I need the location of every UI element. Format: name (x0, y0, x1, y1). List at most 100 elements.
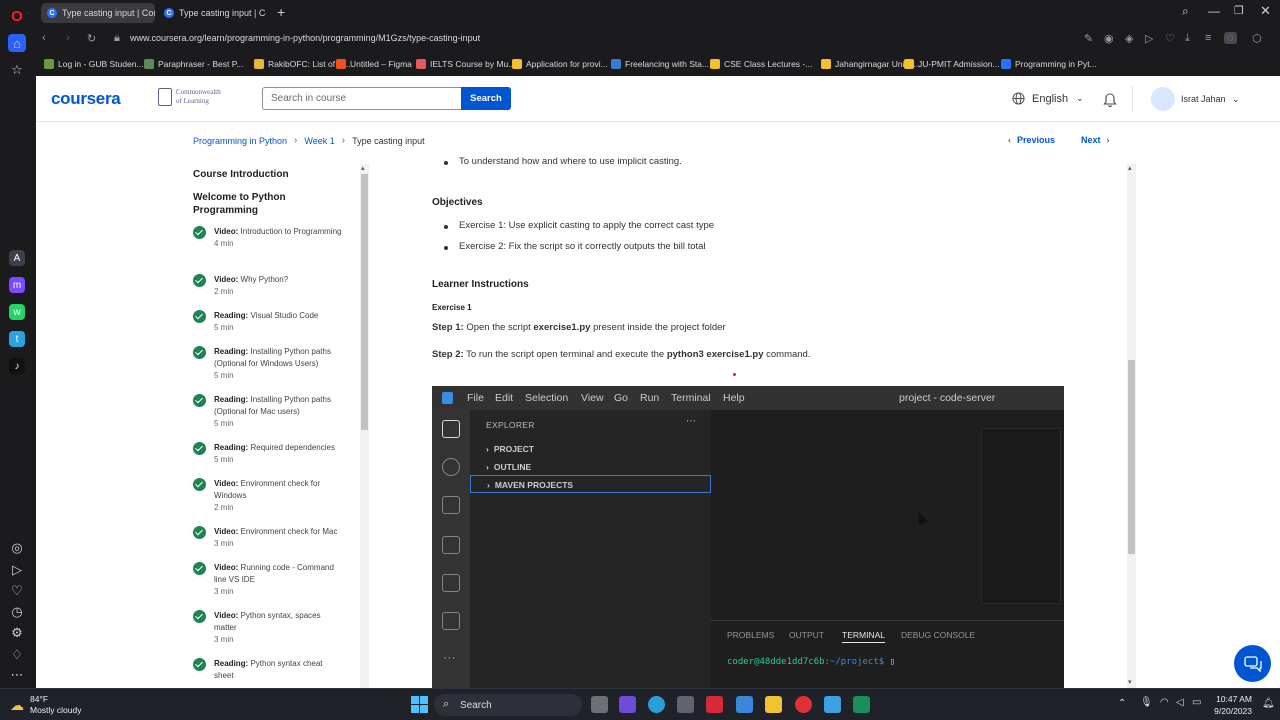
edge-icon[interactable] (648, 696, 665, 713)
search-button[interactable]: Search (461, 87, 511, 110)
scroll-down-icon[interactable]: ▾ (1128, 678, 1132, 686)
mic-icon[interactable]: 🎙︎ (1140, 697, 1153, 708)
extensions-icon[interactable] (442, 574, 460, 592)
bookmark-item[interactable]: Programming in Pyt... (1001, 59, 1097, 69)
heart-icon[interactable]: ♡ (8, 582, 26, 600)
sidebar-scrollbar[interactable] (360, 164, 369, 688)
forward-icon[interactable]: › (66, 32, 70, 44)
aria-icon[interactable]: A (9, 250, 25, 266)
reload-icon[interactable]: ↻ (87, 32, 96, 45)
sublime-icon[interactable] (853, 696, 870, 713)
opera-icon[interactable] (795, 696, 812, 713)
bookmark-item[interactable]: Freelancing with Sta... (611, 59, 709, 69)
clock[interactable]: 10:47 AM 9/20/2023 (1210, 693, 1252, 717)
explorer-icon[interactable] (442, 420, 460, 438)
search-tabs-icon[interactable]: ⌕ (1182, 4, 1189, 19)
volume-icon[interactable]: ◁ (1176, 697, 1184, 708)
breadcrumb-week[interactable]: Week 1 (304, 136, 334, 146)
history-icon[interactable]: ◷ (8, 603, 26, 621)
profile-icon[interactable]: ◌ (1224, 32, 1237, 44)
camera-icon[interactable]: ◉ (1104, 32, 1114, 45)
scrollbar-thumb[interactable] (361, 174, 368, 430)
bookmark-item[interactable]: IELTS Course by Mu... (416, 59, 515, 69)
scrollbar-thumb[interactable] (1128, 360, 1135, 554)
tray-chevron-icon[interactable]: ⌃ (1118, 698, 1126, 709)
scroll-up-icon[interactable]: ▴ (361, 164, 365, 172)
teams-icon[interactable] (619, 696, 636, 713)
coursera-logo[interactable]: coursera (51, 89, 121, 109)
breadcrumb-course[interactable]: Programming in Python (193, 136, 287, 146)
more-icon[interactable]: ⋯ (8, 666, 26, 684)
back-icon[interactable]: ‹ (42, 32, 46, 44)
explorer-more-icon[interactable]: ⋯ (686, 416, 696, 427)
bookmark-item[interactable]: Application for provi... (512, 59, 608, 69)
telegram-icon[interactable]: t (9, 331, 25, 347)
minimize-button[interactable]: — (1208, 4, 1220, 18)
section-outline[interactable]: › OUTLINE (470, 458, 711, 476)
extensions-icon[interactable]: ⬡ (1252, 32, 1262, 45)
bookmark-item[interactable]: JU-PMIT Admission... (904, 59, 1000, 69)
next-button[interactable]: Next › (1081, 135, 1110, 145)
task-view-icon[interactable] (591, 696, 608, 713)
mail-icon[interactable] (736, 696, 753, 713)
vscode-menu-go[interactable]: Go (614, 392, 628, 404)
maximize-button[interactable]: ❐ (1234, 4, 1244, 17)
avatar[interactable] (1151, 87, 1175, 111)
tab-inactive[interactable]: C Type casting input | Cour (158, 3, 266, 23)
testing-icon[interactable] (442, 612, 460, 630)
notification-bell-icon[interactable]: 🔔︎ (1262, 698, 1275, 709)
vscode-menu-help[interactable]: Help (723, 392, 745, 404)
play-icon[interactable]: ▷ (1145, 32, 1153, 45)
language-selector[interactable]: English ⌄ (1012, 92, 1084, 105)
tab-debug-console[interactable]: DEBUG CONSOLE (901, 630, 975, 640)
vscode-menu-view[interactable]: View (581, 392, 604, 404)
vpn-icon[interactable]: ◈ (1125, 32, 1133, 45)
tiktok-icon[interactable]: ♪ (9, 358, 25, 374)
vscode-menu-file[interactable]: File (467, 392, 484, 404)
previous-button[interactable]: ‹ Previous (1008, 135, 1055, 145)
scroll-up-icon[interactable]: ▴ (1128, 164, 1132, 172)
source-control-icon[interactable] (442, 496, 460, 514)
tab-output[interactable]: OUTPUT (789, 630, 824, 640)
windows-start-icon[interactable] (411, 696, 428, 713)
user-menu[interactable]: Israt Jahan ⌄ (1181, 94, 1240, 105)
search-icon[interactable] (442, 458, 460, 476)
whatsapp-icon[interactable]: w (9, 304, 25, 320)
sidebar-module[interactable]: Welcome to Python Programming (193, 191, 353, 217)
send-icon[interactable]: ▷ (8, 561, 26, 579)
tips-icon[interactable]: ♢ (8, 646, 26, 664)
menu-icon[interactable]: ≡ (1205, 32, 1211, 44)
url-field[interactable]: www.coursera.org/learn/programming-in-py… (130, 33, 480, 43)
run-debug-icon[interactable] (442, 536, 460, 554)
bookmark-item[interactable]: Log in - GUB Studen... (44, 59, 144, 69)
vscode-menu-terminal[interactable]: Terminal (671, 392, 711, 404)
taskbar-search[interactable]: ⌕ Search (434, 694, 582, 716)
tab-problems[interactable]: PROBLEMS (727, 630, 774, 640)
sidebar-title[interactable]: Course Introduction (193, 169, 289, 180)
store-icon[interactable] (677, 696, 694, 713)
tab-active[interactable]: C Type casting input | Cour (41, 3, 155, 23)
new-tab-button[interactable]: + (277, 4, 285, 20)
file-explorer-icon[interactable] (765, 696, 782, 713)
favorite-icon[interactable]: ♡ (1165, 32, 1175, 45)
content-scrollbar[interactable]: ▴ ▾ (1127, 164, 1136, 688)
tab-terminal[interactable]: TERMINAL (842, 630, 885, 643)
vscode-menu-edit[interactable]: Edit (495, 392, 513, 404)
chat-button[interactable] (1234, 645, 1271, 682)
messenger-icon[interactable]: m (9, 277, 25, 293)
section-maven[interactable]: › MAVEN PROJECTS (470, 475, 711, 493)
search-input[interactable]: Search in course (262, 87, 462, 110)
edit-icon[interactable]: ✎ (1084, 32, 1093, 45)
download-icon[interactable]: ⤓ (1185, 32, 1190, 45)
vscode-menu-run[interactable]: Run (640, 392, 659, 404)
bookmark-item[interactable]: Untitled – Figma (336, 59, 412, 69)
section-project[interactable]: › PROJECT (470, 440, 711, 458)
notepad-icon[interactable] (824, 696, 841, 713)
bookmark-item[interactable]: Paraphraser - Best P... (144, 59, 243, 69)
settings-icon[interactable]: ⚙ (8, 624, 26, 642)
wifi-icon[interactable]: ◠ (1160, 697, 1169, 708)
bookmark-item[interactable]: CSE Class Lectures -... (710, 59, 812, 69)
battery-icon[interactable]: ▭ (1192, 697, 1201, 708)
gift-icon[interactable] (706, 696, 723, 713)
speed-dial-icon[interactable]: ☆ (8, 61, 26, 79)
